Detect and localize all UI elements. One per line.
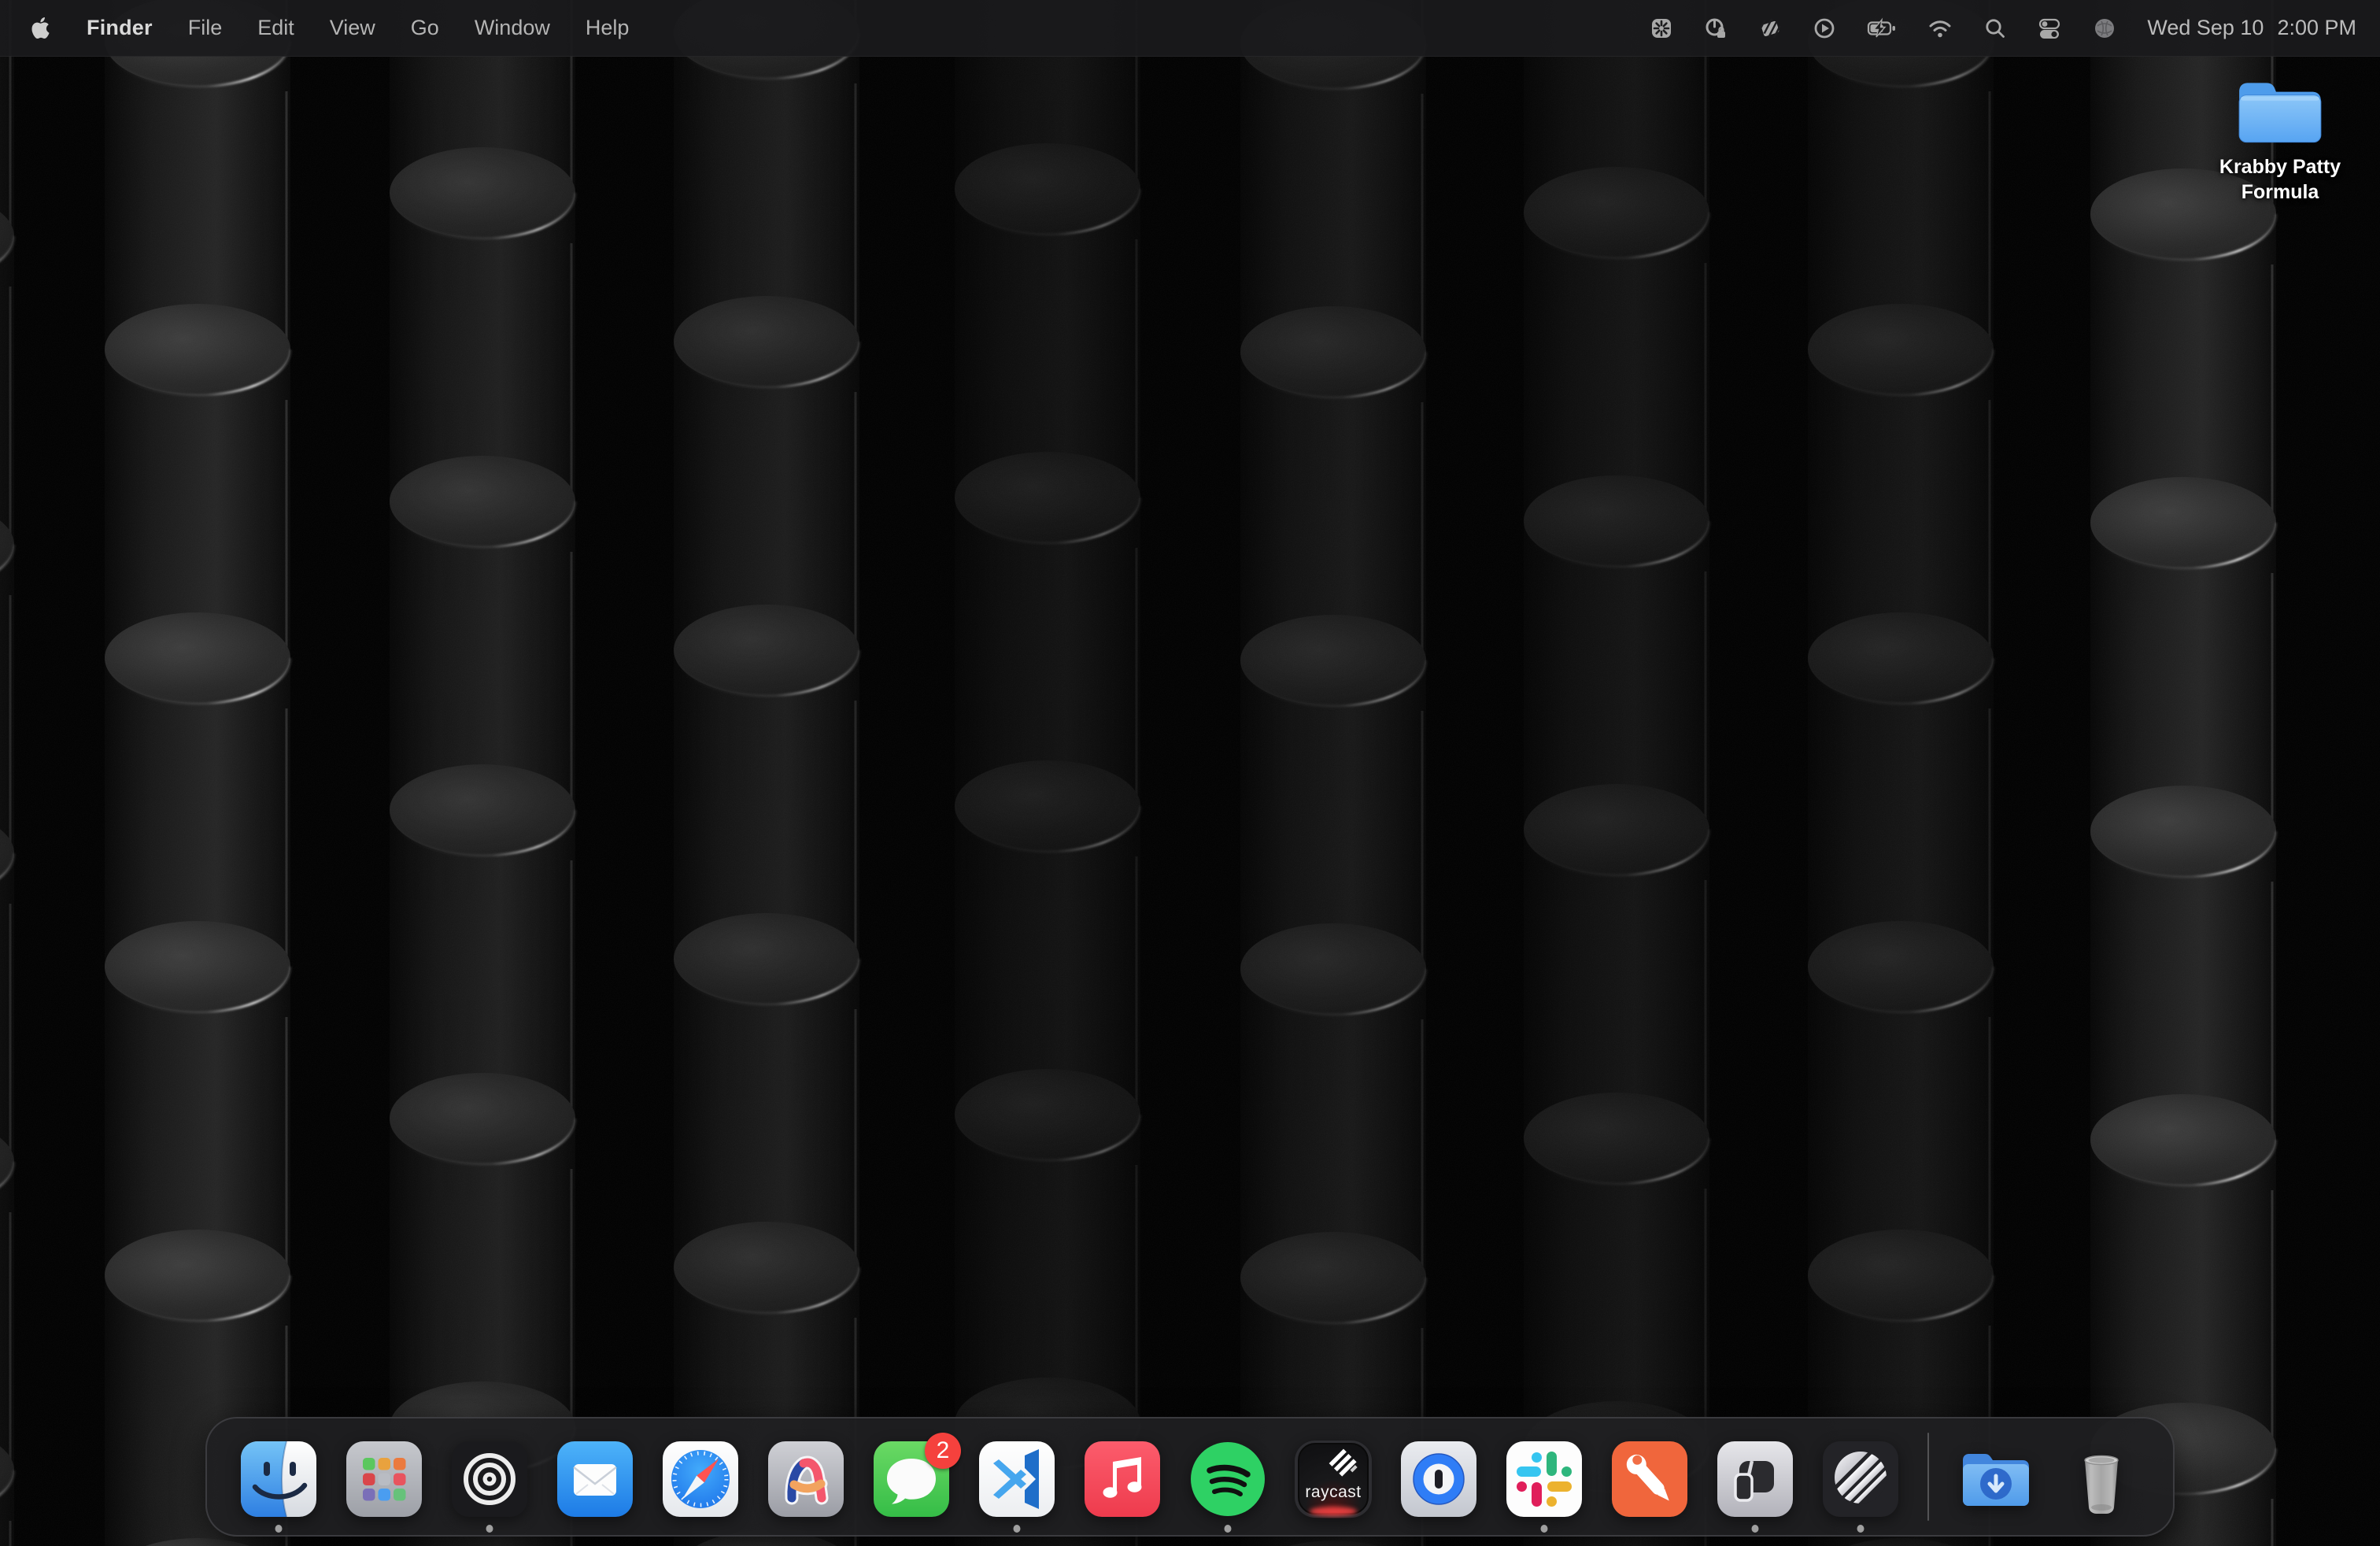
menu-bar-clock[interactable]: Wed Sep 10 2:00 PM bbox=[2147, 16, 2356, 40]
menu-list: File Edit View Go Window Help bbox=[188, 16, 630, 40]
wifi-icon[interactable] bbox=[1927, 16, 1953, 41]
menu-edit[interactable]: Edit bbox=[257, 16, 294, 40]
dock-item-music[interactable] bbox=[1083, 1440, 1162, 1518]
apple-menu[interactable] bbox=[30, 15, 51, 41]
spotlight-search-icon[interactable] bbox=[1983, 16, 2008, 41]
music-app-icon bbox=[1083, 1440, 1162, 1518]
vscode-app-icon bbox=[978, 1440, 1056, 1518]
downloads-app-icon bbox=[1957, 1440, 2035, 1518]
wallpaper-cylinders[interactable] bbox=[0, 0, 2380, 1546]
desktop-folder-krabby-patty-formula[interactable]: Krabby Patty Formula bbox=[2191, 71, 2369, 205]
folder-icon bbox=[2233, 71, 2327, 151]
dock-item-downloads[interactable] bbox=[1957, 1440, 2035, 1518]
dock-item-messages[interactable]: 2 bbox=[872, 1440, 951, 1518]
linear-app-icon bbox=[1821, 1440, 1900, 1518]
slack-app-icon bbox=[1505, 1440, 1584, 1518]
profile-orb-icon[interactable] bbox=[2091, 15, 2118, 42]
menu-view[interactable]: View bbox=[330, 16, 375, 40]
dock-item-safari[interactable] bbox=[661, 1440, 740, 1518]
display-stripes-icon[interactable] bbox=[1757, 16, 1783, 41]
now-playing-icon[interactable] bbox=[1812, 16, 1837, 41]
menu-bar-left: Finder File Edit View Go Window Help bbox=[30, 15, 629, 41]
running-indicator bbox=[486, 1525, 493, 1533]
dock-item-spotify[interactable] bbox=[1188, 1440, 1267, 1518]
menu-help[interactable]: Help bbox=[586, 16, 630, 40]
dock-item-concentric[interactable] bbox=[450, 1440, 529, 1518]
iphone-mirroring-app-icon bbox=[1716, 1440, 1794, 1518]
menu-file[interactable]: File bbox=[188, 16, 223, 40]
dock-item-iphone-mirroring[interactable] bbox=[1716, 1440, 1794, 1518]
dock-item-slack[interactable] bbox=[1505, 1440, 1584, 1518]
dock-item-linear[interactable] bbox=[1821, 1440, 1900, 1518]
notification-badge: 2 bbox=[925, 1433, 961, 1469]
status-icon-strip bbox=[1649, 15, 2118, 42]
menu-go[interactable]: Go bbox=[411, 16, 439, 40]
menu-bar: Finder File Edit View Go Window Help Wed Sep … bbox=[0, 0, 2380, 57]
concentric-app-icon bbox=[450, 1440, 529, 1518]
keyboard-backlight-icon[interactable] bbox=[1649, 16, 1674, 41]
onepassword-app-icon bbox=[1399, 1440, 1478, 1518]
mail-app-icon bbox=[556, 1440, 634, 1518]
dock-item-postman[interactable] bbox=[1610, 1440, 1689, 1518]
dock-item-raycast[interactable]: raycast bbox=[1294, 1440, 1373, 1518]
dock: 2 raycast bbox=[205, 1417, 2175, 1537]
desktop: Finder File Edit View Go Window Help Wed Sep … bbox=[0, 0, 2380, 1546]
dock-item-vscode[interactable] bbox=[978, 1440, 1056, 1518]
control-center-icon[interactable] bbox=[2037, 16, 2062, 41]
dock-item-onepassword[interactable] bbox=[1399, 1440, 1478, 1518]
spotify-app-icon bbox=[1188, 1440, 1267, 1518]
active-app-name[interactable]: Finder bbox=[87, 16, 153, 40]
launchpad-app-icon bbox=[345, 1440, 423, 1518]
running-indicator bbox=[1752, 1525, 1759, 1533]
desktop-folder-label: Krabby Patty Formula bbox=[2191, 154, 2369, 205]
raycast-overlay-label: raycast bbox=[1294, 1483, 1373, 1502]
running-indicator bbox=[1225, 1525, 1232, 1533]
raycast-app-icon bbox=[1294, 1440, 1373, 1518]
menu-bar-right: Wed Sep 10 2:00 PM bbox=[1649, 15, 2356, 42]
dock-item-launchpad[interactable] bbox=[345, 1440, 423, 1518]
running-indicator bbox=[1014, 1525, 1021, 1533]
postman-app-icon bbox=[1610, 1440, 1689, 1518]
battery-charging-icon[interactable] bbox=[1866, 16, 1898, 41]
apple-icon bbox=[30, 15, 51, 41]
dock-item-trash[interactable] bbox=[2062, 1440, 2141, 1518]
finder-app-icon bbox=[239, 1440, 318, 1518]
menu-bar-date: Wed Sep 10 bbox=[2147, 16, 2264, 40]
dock-item-finder[interactable] bbox=[239, 1440, 318, 1518]
menu-bar-time: 2:00 PM bbox=[2277, 16, 2356, 40]
session-lock-icon[interactable] bbox=[1703, 16, 1728, 41]
arc-app-icon bbox=[767, 1440, 845, 1518]
dock-item-mail[interactable] bbox=[556, 1440, 634, 1518]
dock-separator bbox=[1927, 1433, 1929, 1521]
safari-app-icon bbox=[661, 1440, 740, 1518]
running-indicator bbox=[1857, 1525, 1864, 1533]
menu-window[interactable]: Window bbox=[475, 16, 550, 40]
dock-item-arc[interactable] bbox=[767, 1440, 845, 1518]
trash-app-icon bbox=[2062, 1440, 2141, 1518]
running-indicator bbox=[275, 1525, 283, 1533]
running-indicator bbox=[1541, 1525, 1548, 1533]
